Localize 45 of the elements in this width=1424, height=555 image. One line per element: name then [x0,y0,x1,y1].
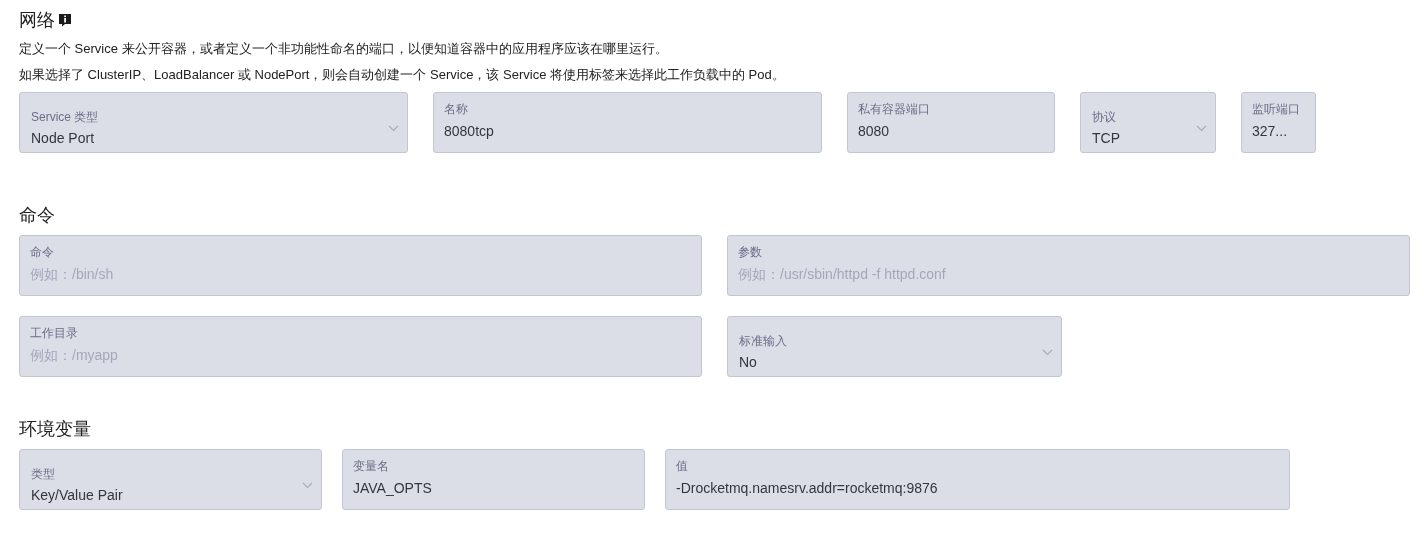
select-field[interactable]: 类型 Key/Value Pair [19,449,322,510]
text-input[interactable]: 327... [1252,121,1305,141]
text-input[interactable]: 例如：/bin/sh [30,264,691,284]
field-label: 值 [676,459,689,474]
select-field[interactable]: 标准输入 No [727,316,1062,377]
input-field[interactable]: 变量名 JAVA_OPTS [342,449,645,510]
input-field[interactable]: 参数 例如：/usr/sbin/httpd -f httpd.conf [727,235,1410,296]
input-field[interactable]: 值 -Drocketmq.namesrv.addr=rocketmq:9876 [665,449,1290,510]
field-label: 参数 [738,245,763,260]
field-label: 类型 [31,466,56,482]
text-input[interactable]: 例如：/myapp [30,345,691,365]
field-value: Key/Value Pair [31,485,123,505]
field-label: 工作目录 [30,326,79,341]
input-field[interactable]: 名称 8080tcp [433,92,822,153]
section-title: 环境变量 [19,418,91,441]
field-label: Service 类型 [31,109,99,125]
text-input[interactable]: 例如：/usr/sbin/httpd -f httpd.conf [738,264,1399,284]
chevron-down-icon [1196,125,1207,132]
chevron-down-icon [1042,349,1053,356]
section-title: 命令 [19,204,55,227]
input-field[interactable]: 私有容器端口 8080 [847,92,1055,153]
field-label: 协议 [1092,109,1117,125]
chevron-down-icon [388,125,399,132]
description-text: 如果选择了 ClusterIP、LoadBalancer 或 NodePort，则会自动创建一个 Service，该 Service 将使用标签来选择此工作负载中的 Pod。 [19,66,786,84]
text-input[interactable]: JAVA_OPTS [353,478,634,498]
select-field[interactable]: 协议 TCP [1080,92,1216,153]
text-input[interactable]: -Drocketmq.namesrv.addr=rocketmq:9876 [676,478,1279,498]
field-value: TCP [1092,128,1120,148]
description-text: 定义一个 Service 来公开容器，或者定义一个非功能性命名的端口，以便知道容器中的应用程序应该在哪里运行。 [19,40,669,58]
input-field[interactable]: 监听端口 327... [1241,92,1316,153]
field-label: 名称 [444,102,469,117]
field-value: Node Port [31,128,96,148]
field-label: 标准输入 [739,333,787,349]
field-value: No [739,352,758,372]
field-label: 私有容器端口 [858,102,931,117]
field-label: 命令 [30,245,55,260]
input-field[interactable]: 命令 例如：/bin/sh [19,235,702,296]
text-input[interactable]: 8080 [858,121,1044,141]
section-title: 网络 [19,9,55,32]
select-field[interactable]: Service 类型 Node Port [19,92,408,153]
field-label: 变量名 [353,459,390,474]
text-input[interactable]: 8080tcp [444,121,811,141]
field-label: 监听端口 [1252,102,1301,117]
chevron-down-icon [302,482,313,489]
input-field[interactable]: 工作目录 例如：/myapp [19,316,702,377]
